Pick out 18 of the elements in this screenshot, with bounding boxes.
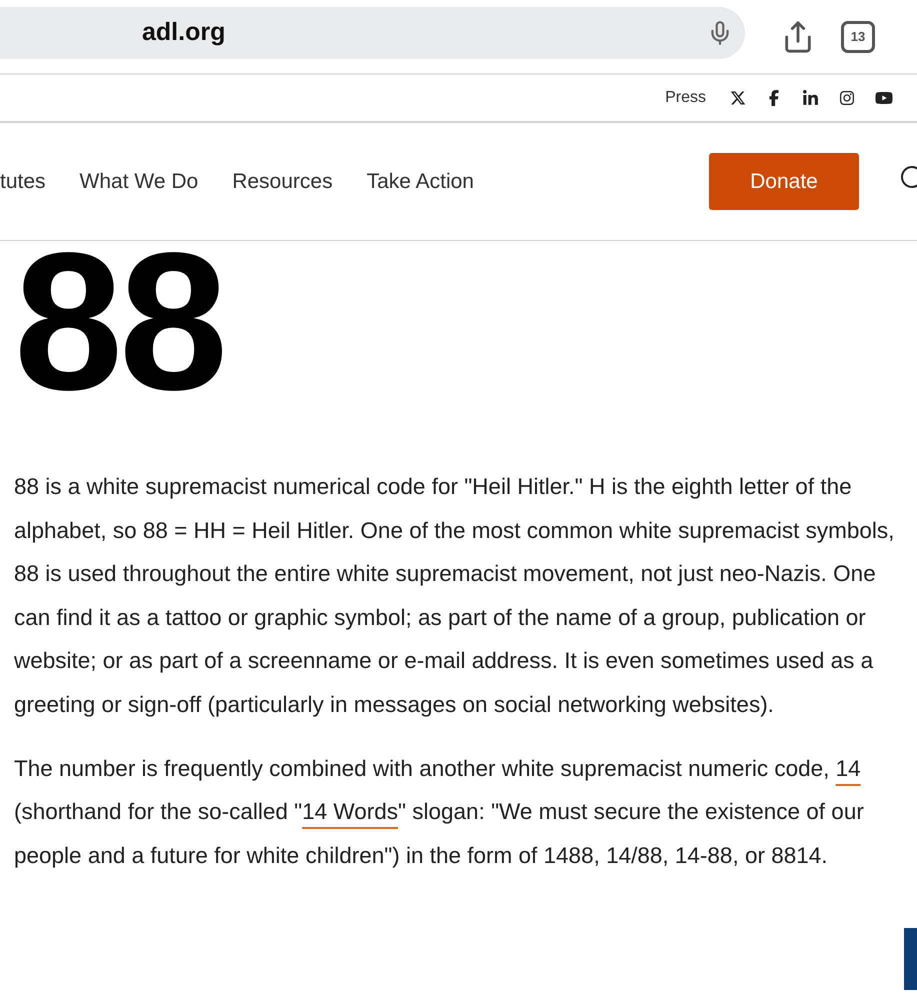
nav-link[interactable]: What We Do (80, 170, 198, 194)
body-paragraph: 88 is a white supremacist numerical code for "Heil Hitler." H is the eighth letter of the alphabet, so 88 = HH = Heil Hitler. One of the most common white supremacist symbols, 88 is used throughout the entire white supremacist movement, not just neo-Nazis. One can find it as a tattoo or graphic symbol; as part of the name of a group, publication or website; or as part of a screenname or e-mail address. It is even sometimes used as a greeting or sign-off (particularly in messages on social networking websites). (14, 473, 896, 719)
url-text: adl.org (142, 18, 226, 47)
nav-link[interactable]: Take Action (366, 170, 474, 194)
linkedin-icon[interactable] (802, 90, 819, 106)
text-link[interactable]: 14 (836, 756, 861, 781)
instagram-icon[interactable] (839, 90, 855, 106)
text-link[interactable]: 14 Words (302, 799, 398, 824)
press-link[interactable]: Press (665, 89, 706, 107)
youtube-icon[interactable] (875, 89, 893, 107)
x-icon[interactable] (730, 90, 746, 106)
address-bar[interactable]: adl.org (0, 6, 745, 58)
nav-link[interactable]: Resources (232, 170, 333, 194)
body-paragraph: The number is frequently combined with another white supremacist numeric code, 14 (shorthand for the so-called "14 Words" slogan: "We must secure the existence of our people and a future for white children") in the form of 1488, 14/88, 14-88, or 8814. (14, 754, 865, 870)
tab-count-button[interactable]: 13 (841, 20, 875, 52)
nav-link[interactable]: tutes (0, 170, 46, 194)
symbol-heading: 88 (14, 247, 226, 397)
donate-button[interactable]: Donate (709, 153, 859, 210)
